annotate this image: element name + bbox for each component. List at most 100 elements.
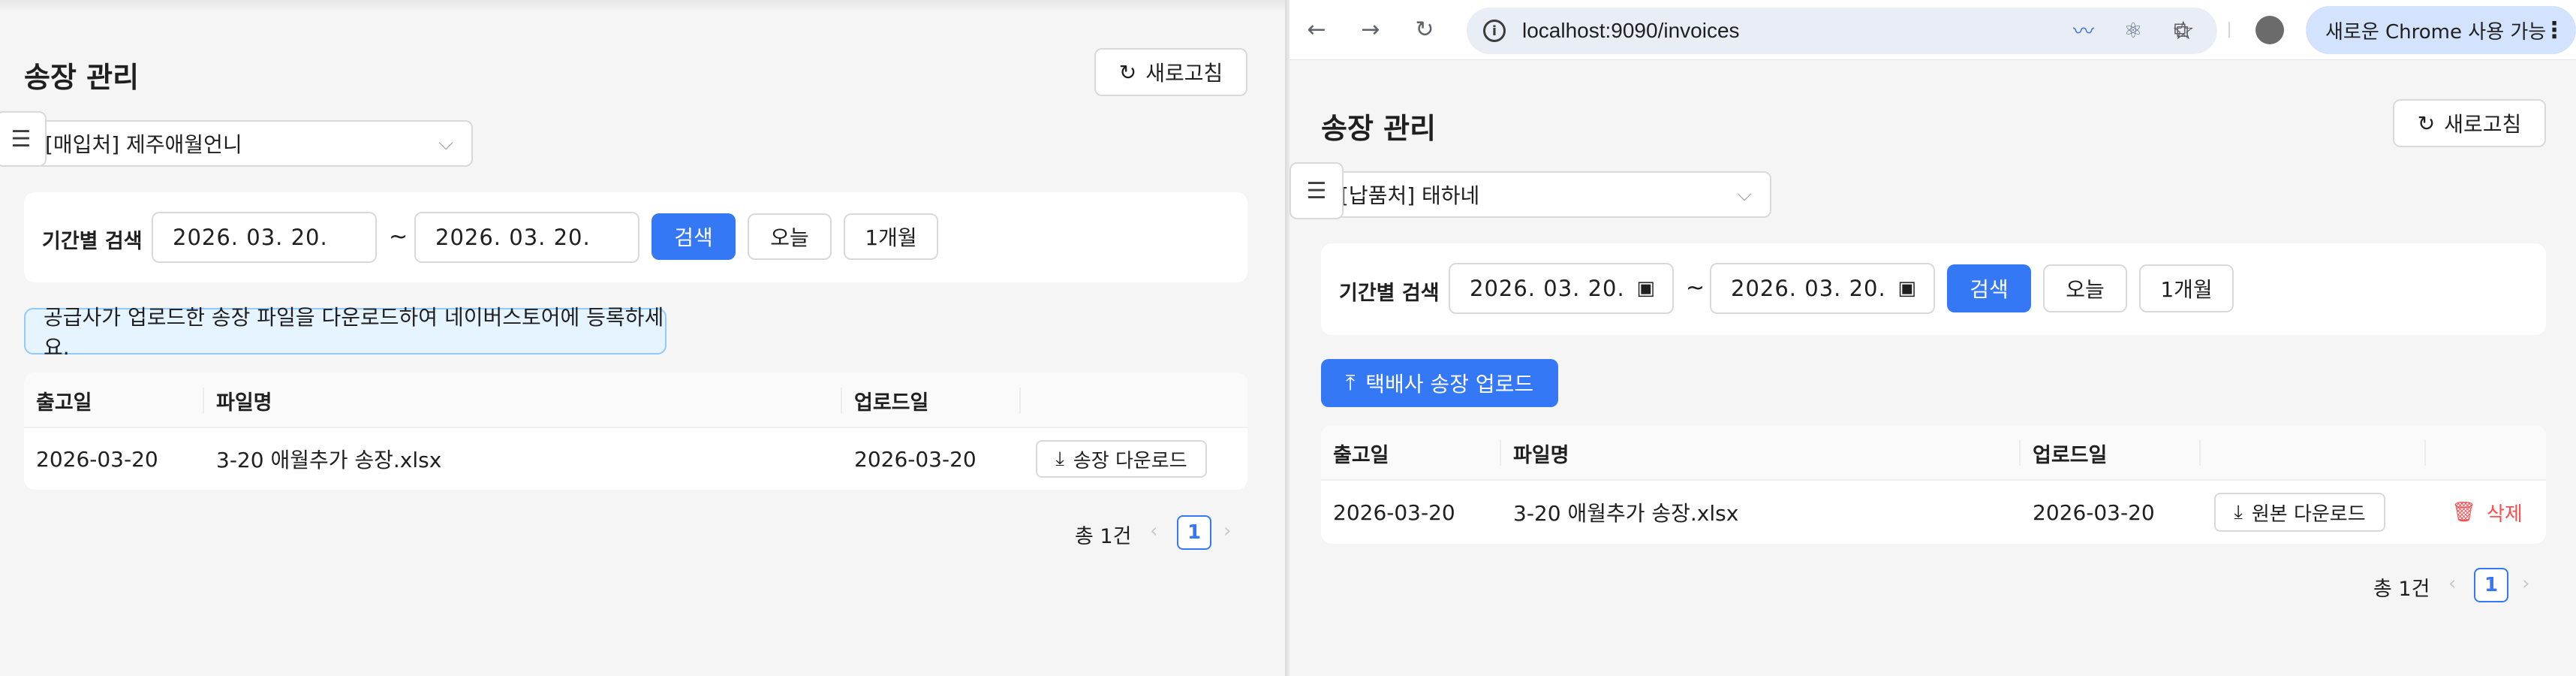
- invoice-table: 출고일 파일명 업로드일 2026-03-20 3-20 애월추가 송장.xls…: [24, 373, 1247, 490]
- pagination-next-icon[interactable]: ›: [1223, 520, 1231, 542]
- delete-button[interactable]: 🗑 삭제: [2451, 499, 2523, 526]
- today-button[interactable]: 오늘: [748, 213, 832, 260]
- invoice-download-label: 송장 다운로드: [1073, 449, 1187, 472]
- left-window: 송장 관리 ↻ 새로고침 [매입처] 제주애월언니 ⌵ ☰ 기간별 검색 202…: [0, 0, 1285, 676]
- list-icon: ☰: [1306, 177, 1327, 204]
- table-header: 출고일 파일명 업로드일: [1321, 425, 2546, 481]
- extensions-puzzle-icon[interactable]: ⧉: [2165, 14, 2198, 47]
- date-search-label: 기간별 검색: [42, 230, 143, 253]
- pagination-total: 총 1건: [2373, 578, 2430, 601]
- chevron-down-icon: ⌵: [438, 131, 453, 155]
- refresh-icon: ↻: [2417, 110, 2436, 136]
- sidebar-toggle-button[interactable]: ☰: [1290, 162, 1344, 219]
- original-download-label: 원본 다운로드: [2251, 502, 2366, 526]
- cell-file-name: 3-20 애월추가 송장.xlsx: [216, 448, 442, 472]
- site-info-icon[interactable]: i: [1483, 20, 1506, 42]
- calendar-icon[interactable]: ▣: [1636, 277, 1656, 300]
- column-separator: [2424, 440, 2426, 466]
- column-header-ship-date: 출고일: [36, 391, 92, 415]
- pagination-prev-icon[interactable]: ‹: [1150, 520, 1157, 542]
- cell-upload-date: 2026-03-20: [854, 446, 977, 472]
- end-date-input[interactable]: 2026. 03. 20. ▣: [1710, 263, 1935, 314]
- calendar-icon[interactable]: ▣: [1897, 277, 1917, 300]
- table-header: 출고일 파일명 업로드일: [24, 373, 1247, 428]
- one-month-button[interactable]: 1개월: [2139, 264, 2234, 312]
- date-search-label: 기간별 검색: [1339, 282, 1440, 305]
- cell-ship-date: 2026-03-20: [1333, 499, 1455, 525]
- pagination-next-icon[interactable]: ›: [2522, 572, 2529, 595]
- cell-ship-date: 2026-03-20: [36, 446, 158, 472]
- sidebar-toggle-button[interactable]: ☰: [0, 111, 47, 167]
- start-date-value: 2026. 03. 20.: [1470, 276, 1625, 301]
- chevron-down-icon: ⌵: [1737, 183, 1752, 206]
- chrome-update-button[interactable]: 새로운 Chrome 사용 가능 ⋮: [2306, 6, 2576, 54]
- trash-icon: 🗑: [2451, 501, 2477, 524]
- address-url: localhost:9090/invoices: [1522, 19, 1740, 42]
- date-range-separator: ~: [1686, 275, 1705, 301]
- invoice-table: 출고일 파일명 업로드일 2026-03-20 3-20 애월추가 송장.xls…: [1321, 425, 2546, 544]
- courier-invoice-upload-label: 택배사 송장 업로드: [1365, 372, 1534, 397]
- page-title: 송장 관리: [24, 61, 140, 94]
- info-notice: 공급사가 업로드한 송장 파일을 다운로드하여 네이버스토어에 등록하세요.: [24, 305, 667, 360]
- vendor-select[interactable]: [매입처] 제주애월언니 ⌵: [30, 120, 473, 167]
- address-bar[interactable]: i localhost:9090/invoices ☆: [1467, 8, 2217, 54]
- pagination-page-1[interactable]: 1: [2474, 568, 2508, 602]
- column-header-upload-date: 업로드일: [2033, 443, 2108, 467]
- refresh-icon: ↻: [1118, 59, 1137, 85]
- pagination-total: 총 1건: [1075, 525, 1132, 548]
- cell-file-name: 3-20 애월추가 송장.xlsx: [1513, 501, 1739, 526]
- start-date-input[interactable]: 2026. 03. 20. ▣: [1449, 263, 1674, 314]
- left-window-top-edge: [0, 0, 1285, 12]
- cell-upload-date: 2026-03-20: [2033, 499, 2155, 525]
- column-header-ship-date: 출고일: [1333, 443, 1389, 467]
- extension-wave-icon[interactable]: 〰: [2067, 14, 2100, 47]
- date-search-panel: 기간별 검색 2026. 03. 20. ▣ ~ 2026. 03. 20. ▣…: [1321, 243, 2546, 335]
- one-month-button[interactable]: 1개월: [844, 213, 938, 260]
- vendor-select-value: [납품처] 태하네: [1341, 183, 1480, 208]
- refresh-label: 새로고침: [2444, 112, 2522, 137]
- search-button[interactable]: 검색: [652, 213, 736, 260]
- chrome-update-label: 새로운 Chrome 사용 가능: [2325, 20, 2547, 44]
- end-date-input[interactable]: 2026. 03. 20.: [414, 212, 639, 263]
- vendor-select-value: [매입처] 제주애월언니: [45, 132, 242, 157]
- toolbar-separator: │: [2225, 22, 2234, 38]
- refresh-button[interactable]: ↻ 새로고침: [2393, 99, 2546, 147]
- screen: 송장 관리 ↻ 새로고침 [매입처] 제주애월언니 ⌵ ☰ 기간별 검색 202…: [0, 0, 2576, 676]
- browser-toolbar: ← → ↻ i localhost:9090/invoices ☆ 〰 ⚛ ⧉ …: [1290, 0, 2576, 60]
- date-search-panel: 기간별 검색 2026. 03. 20. ~ 2026. 03. 20. 검색 …: [24, 192, 1247, 282]
- start-date-input[interactable]: 2026. 03. 20.: [152, 212, 377, 263]
- end-date-value: 2026. 03. 20.: [435, 225, 591, 250]
- extension-react-icon[interactable]: ⚛: [2117, 14, 2150, 47]
- profile-avatar-icon[interactable]: [2253, 14, 2286, 47]
- original-download-button[interactable]: ⤓ 원본 다운로드: [2214, 493, 2385, 532]
- page-title: 송장 관리: [1321, 112, 1437, 145]
- column-header-file-name: 파일명: [1513, 443, 1569, 467]
- forward-arrow-icon[interactable]: →: [1350, 9, 1392, 51]
- start-date-value: 2026. 03. 20.: [173, 225, 328, 250]
- pagination-page-1[interactable]: 1: [1177, 515, 1211, 550]
- today-button[interactable]: 오늘: [2043, 264, 2127, 312]
- download-icon: ⤓: [2234, 500, 2243, 524]
- column-separator: [2199, 440, 2201, 466]
- invoice-download-button[interactable]: ⤓ 송장 다운로드: [1036, 440, 1207, 478]
- delete-label: 삭제: [2487, 502, 2523, 526]
- column-header-upload-date: 업로드일: [854, 391, 929, 415]
- vendor-select[interactable]: [납품처] 태하네 ⌵: [1326, 171, 1771, 218]
- refresh-label: 새로고침: [1145, 61, 1223, 86]
- courier-invoice-upload-button[interactable]: ⤒ 택배사 송장 업로드: [1321, 359, 1558, 407]
- search-button[interactable]: 검색: [1947, 264, 2031, 312]
- column-separator: [1019, 388, 1021, 413]
- download-icon: ⤓: [1055, 447, 1064, 470]
- date-range-separator: ~: [389, 224, 408, 250]
- pagination-prev-icon[interactable]: ‹: [2448, 572, 2456, 595]
- more-menu-icon[interactable]: ⋮: [2543, 17, 2565, 44]
- back-arrow-icon[interactable]: ←: [1296, 9, 1338, 51]
- info-notice-text: 공급사가 업로드한 송장 파일을 다운로드하여 네이버스토어에 등록하세요.: [44, 305, 664, 360]
- reload-icon[interactable]: ↻: [1404, 9, 1446, 51]
- list-icon: ☰: [11, 125, 32, 152]
- upload-icon: ⤒: [1345, 370, 1356, 395]
- refresh-button[interactable]: ↻ 새로고침: [1094, 48, 1247, 96]
- end-date-value: 2026. 03. 20.: [1731, 276, 1886, 301]
- column-header-file-name: 파일명: [216, 391, 272, 415]
- right-window: ← → ↻ i localhost:9090/invoices ☆ 〰 ⚛ ⧉ …: [1290, 0, 2576, 676]
